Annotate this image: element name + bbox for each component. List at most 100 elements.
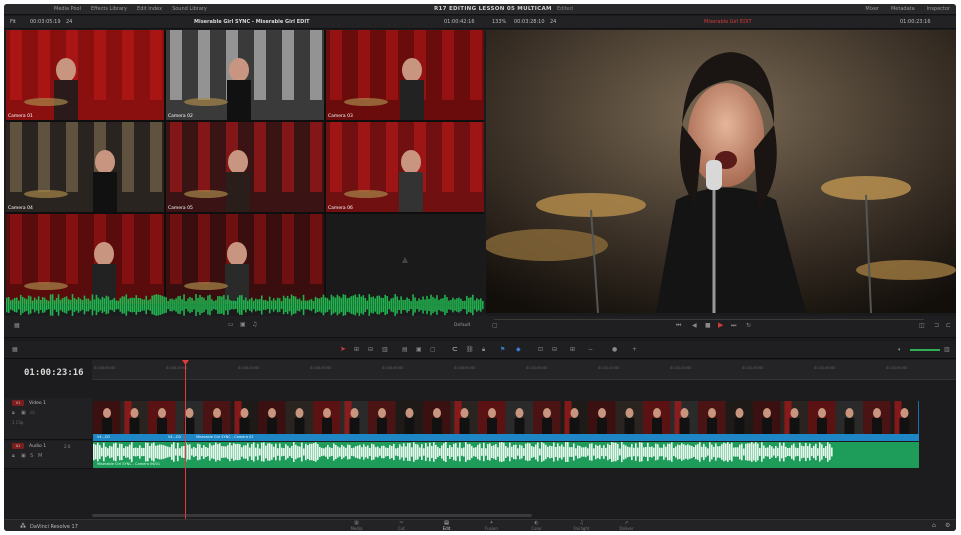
timeline-ruler[interactable]: 01:00:00:00 01:00:10:00 01:00:20:00 01:0… — [92, 360, 956, 380]
ruler-tick: 01:00:30:00 — [310, 366, 332, 370]
mark-in-icon[interactable]: ⊐ — [934, 322, 939, 329]
lock-track-icon[interactable]: 🔒︎ — [12, 410, 15, 416]
layout-icon[interactable]: ▦ — [14, 322, 20, 329]
timeline-scrollbar[interactable] — [92, 514, 532, 517]
overwrite-clip-icon[interactable]: ▣ — [416, 346, 422, 353]
ruler-tick: 01:00:20:00 — [238, 366, 260, 370]
replace-clip-icon[interactable]: ▢ — [430, 346, 436, 353]
play-reverse-icon[interactable]: ◀ — [692, 322, 697, 329]
loop-icon[interactable]: ↻ — [746, 322, 751, 329]
mute-icon[interactable]: M — [38, 453, 42, 459]
linked-selection-icon[interactable]: ⛓ — [466, 346, 474, 353]
page-tab-deliver[interactable]: ➚ Deliver — [604, 520, 649, 532]
volume-icon[interactable]: 🔈︎ — [898, 346, 902, 354]
edit-index-toggle[interactable]: Edit Index — [137, 6, 162, 12]
page-tab-edit[interactable]: ▤ Edit — [424, 520, 469, 532]
zoom-level[interactable]: 133% — [492, 19, 506, 25]
jump-end-icon[interactable]: ⏭ — [731, 322, 736, 330]
zoom-out-icon[interactable]: − — [588, 346, 593, 353]
snapping-icon[interactable]: ⊂ — [452, 345, 458, 353]
track-visibility-icon[interactable]: ▭ — [30, 410, 35, 416]
multicam-angle[interactable] — [166, 214, 324, 304]
meter-icon[interactable]: ▥ — [944, 346, 950, 353]
app-name: DaVinci Resolve 17 — [30, 523, 78, 530]
audio-switch-icon[interactable]: ♫ — [252, 321, 257, 328]
video-track-header[interactable]: V1 Video 1 🔒︎ ▣ ▭ 1 Clip — [4, 398, 92, 440]
source-timecode: 01:00:42:16 — [444, 19, 475, 25]
angle-label: Camera 04 — [8, 206, 33, 211]
angle-thumbnail — [6, 30, 164, 120]
video-thumbnails — [93, 401, 918, 434]
app-brand: ⁂ DaVinci Resolve 17 — [20, 523, 78, 530]
jump-start-icon[interactable]: ⏮ — [676, 322, 681, 330]
page-tab-fusion[interactable]: ✦ Fusion — [469, 520, 514, 532]
viewer-mode-icon[interactable]: ▢ — [492, 322, 498, 329]
effects-library-toggle[interactable]: Effects Library — [91, 6, 127, 12]
page-tab-media[interactable]: ▦ Media — [334, 520, 379, 532]
timeline-name[interactable]: Miserable Girl EDIT — [704, 19, 752, 25]
audio-track-level: 2.0 — [64, 444, 71, 449]
mixer-toggle[interactable]: Mixer — [865, 6, 879, 12]
ruler-tick: 01:01:20:00 — [670, 366, 692, 370]
auto-select-icon[interactable]: ▣ — [21, 410, 26, 416]
viewer-info-bar: Fit 00:03:05:19 24 Miserable Girl SYNC -… — [4, 16, 956, 29]
multicam-angle[interactable]: Camera 06 — [326, 122, 484, 212]
playhead[interactable] — [185, 362, 186, 519]
audio-track-tag[interactable]: A1 — [12, 443, 24, 449]
zoom-detail-icon[interactable]: ⊟ — [552, 346, 557, 353]
volume-slider[interactable] — [910, 349, 940, 351]
position-lock-icon[interactable]: 🔒︎ — [482, 346, 485, 354]
multicam-preset[interactable]: Default — [454, 323, 470, 328]
video-audio-icon[interactable]: ▣ — [240, 321, 246, 328]
display-mode-icon[interactable]: ▭ — [228, 321, 234, 328]
page-tab-label: Deliver — [619, 526, 634, 531]
multicam-angle[interactable]: Camera 03 — [326, 30, 484, 120]
blade-tool-icon[interactable]: ▥ — [382, 346, 388, 353]
match-frame-icon[interactable]: ◫ — [919, 322, 925, 329]
multicam-angle[interactable]: Camera 02 — [166, 30, 324, 120]
video-track-tag[interactable]: V1 — [12, 400, 24, 406]
multicam-angle[interactable]: Camera 05 — [166, 122, 324, 212]
audio-clip[interactable]: Miserable Girl SYNC - Camera 06/01 — [93, 442, 919, 468]
trim-tool-icon[interactable]: ⊞ — [354, 346, 359, 353]
sound-library-toggle[interactable]: Sound Library — [172, 6, 207, 12]
inspector-toggle[interactable]: Inspector — [927, 6, 950, 12]
selection-tool-icon[interactable]: ➤ — [340, 345, 346, 353]
zoom-full-icon[interactable]: ⊡ — [538, 346, 543, 353]
page-tab-label: Fairlight — [573, 526, 590, 531]
multicam-angle[interactable] — [6, 214, 164, 304]
source-clip-title: Miserable Girl SYNC - Miserable Girl EDI… — [194, 19, 310, 25]
insert-clip-icon[interactable]: ▤ — [402, 346, 408, 353]
lock-track-icon[interactable]: 🔒︎ — [12, 453, 15, 459]
multicam-angle[interactable]: Camera 04 — [6, 122, 164, 212]
auto-select-icon[interactable]: ▣ — [21, 453, 26, 459]
top-menu-bar: Media Pool Effects Library Edit Index So… — [4, 4, 956, 15]
ruler-tick: 01:01:10:00 — [598, 366, 620, 370]
multicam-angle[interactable]: Camera 01 — [6, 30, 164, 120]
page-tab-fairlight[interactable]: ♫ Fairlight — [559, 520, 604, 532]
metadata-toggle[interactable]: Metadata — [891, 6, 915, 12]
page-tab-color[interactable]: ◐ Color — [514, 520, 559, 532]
play-icon[interactable]: ▶ — [718, 321, 723, 329]
media-pool-toggle[interactable]: Media Pool — [54, 6, 81, 12]
multicam-angle[interactable]: ▲ — [326, 214, 484, 304]
scrub-bar[interactable] — [494, 319, 924, 320]
zoom-in-icon[interactable]: + — [632, 346, 637, 353]
panel-toggles: Media Pool Effects Library Edit Index So… — [54, 6, 207, 12]
home-icon[interactable]: ⌂ — [932, 522, 936, 529]
zoom-slider-handle[interactable]: ● — [612, 346, 617, 353]
marker-icon[interactable]: ◆ — [516, 346, 521, 353]
page-tab-cut[interactable]: ✂ Cut — [379, 520, 424, 532]
timeline-timecode[interactable]: 01:00:23:16 — [24, 368, 84, 378]
flag-icon[interactable]: ⚑ — [500, 346, 505, 353]
mark-out-icon[interactable]: ⊏ — [946, 322, 951, 329]
settings-icon[interactable]: ⚙ — [945, 522, 950, 529]
solo-icon[interactable]: S — [30, 453, 33, 459]
fit-dropdown[interactable]: Fit — [10, 19, 16, 25]
audio-track-header[interactable]: A1 Audio 1 2.0 🔒︎ ▣ S M — [4, 441, 92, 469]
dynamic-trim-icon[interactable]: ⊟ — [368, 346, 373, 353]
stop-icon[interactable]: ■ — [705, 322, 711, 329]
timeline-view-icon[interactable]: ▦ — [12, 346, 18, 353]
zoom-custom-icon[interactable]: ⊞ — [570, 346, 575, 353]
video-clip[interactable]: V4...D3 V4...D3 Miserable Girl SYNC - Ca… — [93, 401, 919, 441]
